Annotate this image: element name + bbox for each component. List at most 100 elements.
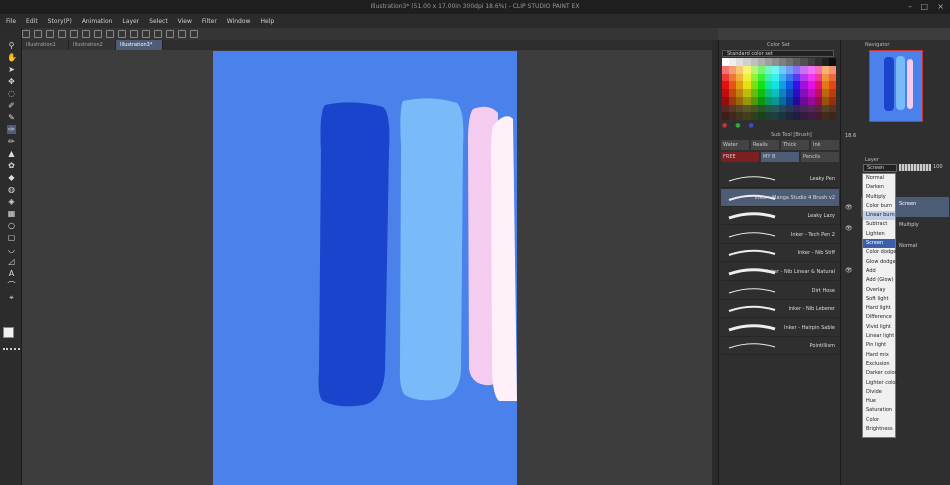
color-swatch[interactable]	[807, 73, 815, 82]
visibility-eye-icon[interactable]: 👁	[845, 225, 853, 232]
blend-mode-option[interactable]: Color burn	[863, 202, 895, 211]
drawing-canvas[interactable]	[213, 51, 517, 485]
color-swatch[interactable]	[807, 58, 815, 66]
color-swatch[interactable]	[764, 89, 772, 97]
blend-mode-option[interactable]: Brightness	[863, 425, 895, 434]
color-swatch[interactable]	[757, 89, 765, 97]
color-swatch[interactable]	[786, 112, 794, 120]
color-swatch[interactable]	[793, 65, 801, 74]
group-realis[interactable]: Realis	[751, 140, 779, 150]
group-free[interactable]: FREE	[721, 152, 759, 162]
color-swatch[interactable]	[828, 81, 836, 89]
brush-item[interactable]: Leaky Lazy	[721, 207, 839, 226]
correct-line-tool-icon[interactable]: ⌒	[7, 281, 16, 290]
frame-tool-icon[interactable]: ▢	[7, 233, 16, 242]
text-tool-icon[interactable]: A	[7, 269, 16, 278]
color-swatch[interactable]	[786, 96, 794, 105]
color-swatch[interactable]	[779, 104, 787, 113]
color-swatch[interactable]	[764, 58, 772, 66]
blend-mode-option[interactable]: Hard light	[863, 304, 895, 313]
blend-mode-option[interactable]: Pin light	[863, 341, 895, 350]
color-swatch[interactable]	[807, 89, 815, 97]
minimize-icon[interactable]: –	[908, 0, 912, 14]
blend-mode-option[interactable]: Exclusion	[863, 360, 895, 369]
color-swatch[interactable]	[722, 112, 730, 120]
color-swatch[interactable]	[743, 81, 751, 89]
menu-file[interactable]: File	[6, 18, 16, 25]
move-tool-icon[interactable]: ✥	[7, 77, 16, 86]
redo-icon[interactable]	[70, 30, 78, 38]
group-pencils[interactable]: Pencils	[801, 152, 839, 162]
group-thick[interactable]: Thick	[781, 140, 809, 150]
color-swatch[interactable]	[821, 58, 829, 66]
color-swatch[interactable]	[793, 112, 801, 120]
blend-mode-option[interactable]: Soft light	[863, 295, 895, 304]
color-swatch[interactable]	[771, 58, 779, 66]
transform-icon[interactable]	[94, 30, 102, 38]
blend-mode-option[interactable]: Linear light	[863, 332, 895, 341]
color-swatch[interactable]	[750, 73, 758, 82]
airbrush-tool-icon[interactable]: ▲	[7, 149, 16, 158]
color-swatch[interactable]	[736, 96, 744, 105]
color-swatch[interactable]	[821, 96, 829, 105]
color-swatch[interactable]	[814, 73, 822, 82]
ruler-tool-icon[interactable]: ◿	[7, 257, 16, 266]
color-swatch[interactable]	[757, 96, 765, 105]
new-file-icon[interactable]	[22, 30, 30, 38]
main-color-swatch[interactable]	[3, 327, 14, 338]
export-icon[interactable]	[190, 30, 198, 38]
color-swatch[interactable]	[757, 81, 765, 89]
swatch-blue-icon[interactable]: ●	[749, 122, 754, 129]
color-swatch[interactable]	[736, 73, 744, 82]
color-swatch[interactable]	[807, 65, 815, 74]
color-swatch[interactable]	[736, 65, 744, 74]
color-swatch[interactable]	[743, 89, 751, 97]
group-my-brushes[interactable]: MY B	[761, 152, 799, 162]
color-swatch[interactable]	[757, 112, 765, 120]
color-swatch[interactable]	[779, 89, 787, 97]
color-swatch[interactable]	[793, 89, 801, 97]
color-swatch[interactable]	[828, 96, 836, 105]
color-swatch[interactable]	[821, 112, 829, 120]
blend-mode-option[interactable]: Add (Glow)	[863, 276, 895, 285]
color-swatch[interactable]	[743, 58, 751, 66]
blend-tool-icon[interactable]: ◍	[7, 185, 16, 194]
menu-layer[interactable]: Layer	[122, 18, 139, 25]
eraser-tool-icon[interactable]: ◆	[7, 173, 16, 182]
color-swatch[interactable]	[750, 104, 758, 113]
tab-illustration3[interactable]: Illustration3*	[116, 40, 163, 50]
color-swatch[interactable]	[750, 112, 758, 120]
color-swatch[interactable]	[722, 104, 730, 113]
color-swatch[interactable]	[821, 104, 829, 113]
brush-item[interactable]: Leaky Pen	[721, 170, 839, 188]
color-swatch[interactable]	[722, 89, 730, 97]
color-swatch[interactable]	[807, 104, 815, 113]
blend-mode-option[interactable]: Saturation	[863, 406, 895, 415]
color-swatch[interactable]	[779, 73, 787, 82]
color-swatch[interactable]	[786, 89, 794, 97]
color-swatch[interactable]	[743, 96, 751, 105]
fill-icon[interactable]	[106, 30, 114, 38]
color-swatch[interactable]	[793, 104, 801, 113]
gradient-tool-icon[interactable]: ▦	[7, 209, 16, 218]
color-swatch[interactable]	[779, 65, 787, 74]
undo-icon[interactable]	[58, 30, 66, 38]
color-swatch[interactable]	[828, 112, 836, 120]
color-swatch[interactable]	[722, 58, 730, 66]
brush-item[interactable]: Inker - Nib Linear & Natural	[721, 263, 839, 281]
color-swatch[interactable]	[793, 81, 801, 89]
color-swatch[interactable]	[750, 89, 758, 97]
menu-view[interactable]: View	[178, 18, 192, 25]
color-swatch[interactable]	[800, 65, 808, 74]
color-swatch[interactable]	[736, 58, 744, 66]
color-swatch[interactable]	[757, 58, 765, 66]
color-swatch[interactable]	[750, 58, 758, 66]
color-swatch[interactable]	[800, 58, 808, 66]
tab-illustration1[interactable]: Illustration1	[22, 40, 69, 50]
zoom-tool-icon[interactable]: ⚲	[7, 41, 16, 50]
blend-mode-option[interactable]: Multiply	[863, 193, 895, 202]
color-swatch[interactable]	[771, 112, 779, 120]
color-swatch[interactable]	[793, 96, 801, 105]
color-swatch[interactable]	[736, 112, 744, 120]
menu-filter[interactable]: Filter	[202, 18, 217, 25]
